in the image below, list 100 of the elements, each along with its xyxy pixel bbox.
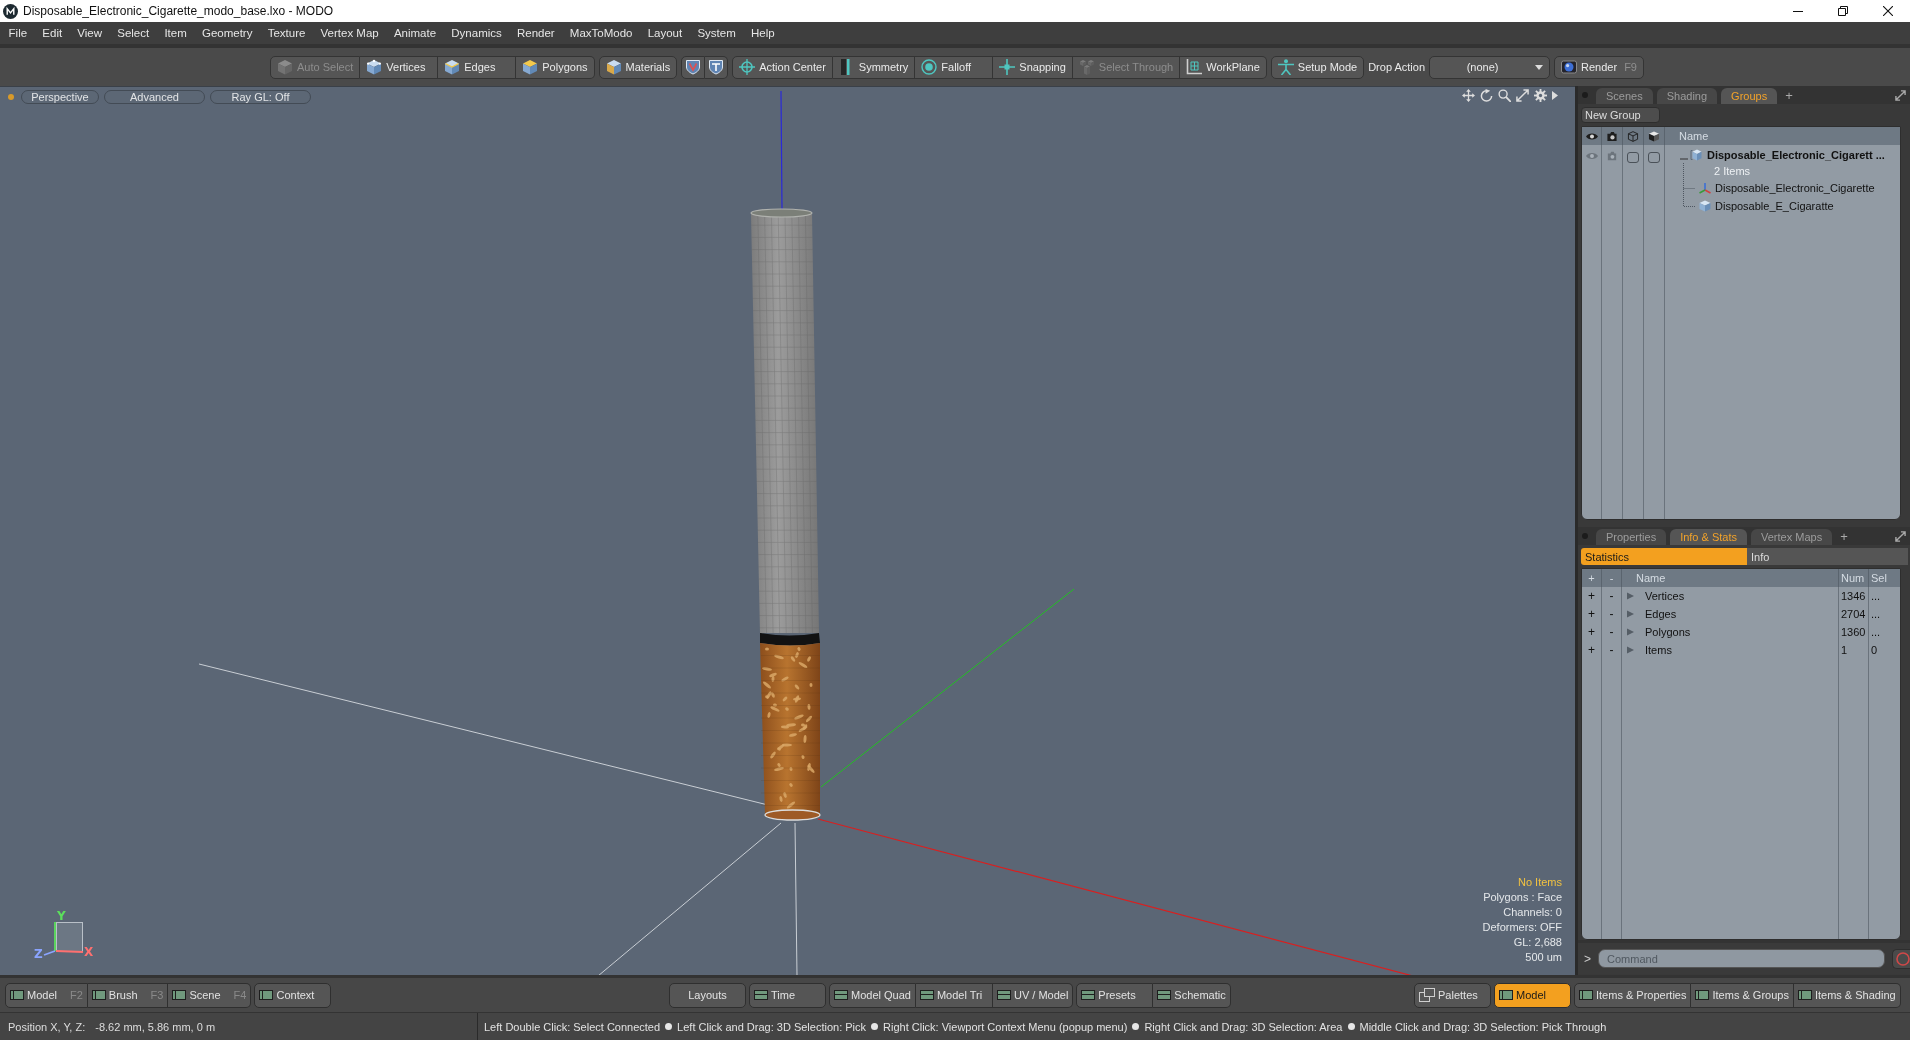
dropdown[interactable]: (none) [1429,55,1551,79]
viewport-button[interactable]: Ray GL: Off [210,90,311,104]
menu-item[interactable]: Vertex Map [312,22,387,44]
toolbar-button[interactable]: Action Center [732,55,833,79]
panel-tab[interactable]: Groups [1721,88,1778,104]
layout-icon [1797,990,1812,1000]
layout-button[interactable]: UV / Model [992,982,1074,1008]
gizmo-plane [56,922,83,952]
menu-item[interactable]: Dynamics [443,22,510,44]
add-tab-button[interactable]: + [1781,88,1797,104]
3d-viewport[interactable]: Perspective Advanced Ray GL: Off Y Z X No Items Polygons : Face Channels: 0 Deformers: OFF GL: 2,688 500 um [0,86,1575,975]
layout-button[interactable]: Items & Groups [1691,982,1794,1008]
toolbar-button[interactable]: Edges [438,55,517,79]
menu-item[interactable]: View [69,22,110,44]
panel-tab[interactable]: Scenes [1596,88,1653,104]
layout-button[interactable]: Layouts [669,982,746,1008]
remove-button[interactable]: - [1606,589,1617,603]
layout-button[interactable]: Items & Shading [1793,982,1901,1008]
panel-tab[interactable]: Shading [1656,88,1718,104]
layout-button[interactable]: Schematic [1153,982,1231,1008]
toolbar-button[interactable]: Materials [598,55,678,79]
remove-button[interactable]: - [1606,607,1617,621]
bullet-icon [1347,1023,1355,1030]
icon-button[interactable] [681,55,706,79]
column-header[interactable]: + [1588,572,1595,584]
menu-item[interactable]: File [1,22,35,44]
record-button[interactable] [1892,948,1910,969]
caret-icon [1535,64,1544,70]
layout-button[interactable]: Context [254,982,332,1008]
toolbar-button[interactable]: Setup Mode [1270,55,1365,79]
menu-item[interactable]: Item [156,22,195,44]
toolbar-button[interactable]: Render F9 [1554,55,1644,79]
toggle-box[interactable] [1648,152,1660,163]
layout-button[interactable]: Model [1494,982,1571,1008]
cube-icon[interactable] [1648,130,1660,142]
panel-tab[interactable]: Properties [1596,529,1667,545]
group-name[interactable]: Disposable_Electronic_Cigarett ... [1707,149,1885,161]
toolbar-button[interactable]: Vertices [360,55,439,79]
column-header[interactable]: - [1609,572,1614,584]
bullet-icon [1132,1023,1140,1030]
tree-item[interactable]: Disposable_E_Cigaratte [1715,200,1834,212]
tree-item[interactable]: Disposable_Electronic_Cigarette [1715,182,1875,194]
layout-button[interactable]: Time [749,982,826,1008]
rotate-icon[interactable] [1480,89,1493,102]
column-header[interactable]: Sel [1871,572,1887,584]
menu-item[interactable]: Edit [34,22,70,44]
viewport-button[interactable]: Advanced [104,90,205,104]
zoom-icon[interactable] [1498,89,1511,102]
panel-tab[interactable]: Info & Stats [1670,529,1747,545]
triangle-icon[interactable] [1552,91,1558,100]
panel-tab[interactable]: Vertex Maps [1751,529,1833,545]
menu-item[interactable]: Help [743,22,783,44]
toolbar-button[interactable]: Falloff [915,55,994,79]
column-header[interactable]: Name [1636,572,1666,584]
expand-toggle[interactable] [1627,592,1634,600]
command-field[interactable]: Command [1598,949,1885,968]
menu-item[interactable]: Layout [640,22,690,44]
expand-toggle[interactable] [1627,610,1634,618]
cube-outline-icon[interactable] [1627,130,1639,142]
menu-item[interactable]: Select [109,22,157,44]
remove-button[interactable]: - [1606,625,1617,639]
icon-button[interactable] [705,55,729,79]
menu-item[interactable]: Texture [260,22,313,44]
remove-button[interactable]: - [1606,643,1617,657]
settings-icon[interactable] [1534,89,1547,102]
expand-icon[interactable] [1895,530,1906,542]
column-header[interactable]: Num [1841,572,1865,584]
table-cell: Items [1645,644,1672,656]
toolbar-button[interactable]: WorkPlane [1180,55,1267,79]
menu-item[interactable]: Geometry [194,22,261,44]
column-header[interactable]: Name [1679,130,1709,142]
layout-button[interactable]: Model Quad [829,982,916,1008]
expand-toggle[interactable] [1627,646,1634,654]
viewport-button[interactable]: Perspective [21,90,99,104]
new-group-button[interactable]: New Group [1581,107,1660,123]
add-button[interactable]: + [1585,643,1598,657]
add-button[interactable]: + [1585,625,1598,639]
toggle-box[interactable] [1627,152,1639,163]
menu-item[interactable]: System [689,22,744,44]
expand-icon[interactable] [1895,89,1906,101]
layout-button[interactable]: Model Tri [915,982,993,1008]
camera-icon[interactable] [1606,130,1618,142]
layout-button[interactable]: Palettes [1414,982,1491,1008]
toolbar-button[interactable]: Polygons [516,55,595,79]
add-tab-button[interactable]: + [1836,529,1852,545]
toolbar-button[interactable]: Snapping [993,55,1073,79]
menu-item[interactable]: Animate [386,22,444,44]
add-button[interactable]: + [1585,589,1598,603]
layout-button[interactable]: Presets [1076,982,1154,1008]
move-icon[interactable] [1462,89,1475,102]
item-count: 2 Items [1714,165,1751,177]
layout-button[interactable]: Items & Properties [1574,982,1692,1008]
toolbar-button[interactable]: Symmetry [832,55,916,79]
menu-item[interactable]: MaxToModo [562,22,641,44]
expand-toggle[interactable] [1627,628,1634,636]
add-button[interactable]: + [1585,607,1598,621]
menu-item[interactable]: Render [509,22,563,44]
subtab[interactable]: Info [1747,548,1908,565]
subtab[interactable]: Statistics [1581,548,1747,565]
layout-icon [919,990,934,1000]
